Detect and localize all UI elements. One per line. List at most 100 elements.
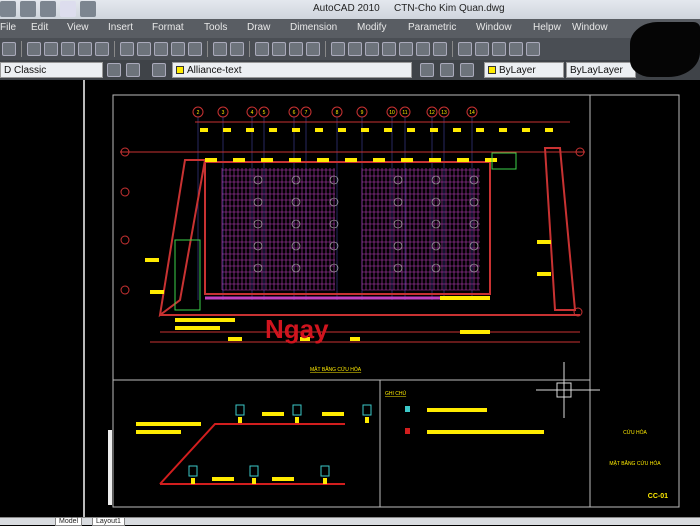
undo-icon[interactable] <box>40 1 56 17</box>
menu-bar: File Edit View Insert Format Tools Draw … <box>0 19 700 38</box>
open-icon[interactable] <box>0 1 16 17</box>
redo-icon[interactable] <box>60 1 76 17</box>
plot-preview-icon[interactable] <box>44 42 58 56</box>
publish-icon[interactable] <box>61 42 75 56</box>
fixture-symbol <box>291 241 301 251</box>
fixture-symbol <box>291 197 301 207</box>
label-bar <box>384 128 392 132</box>
layer-value: Alliance-text <box>187 65 242 76</box>
pan-icon[interactable] <box>255 42 269 56</box>
grid-bubble-label: 14 <box>469 110 475 116</box>
markup-icon[interactable] <box>399 42 413 56</box>
label-bar <box>295 417 299 423</box>
sheet-set-icon[interactable] <box>382 42 396 56</box>
plan-title: MẶT BẰNG CỨU HỎA <box>310 365 362 373</box>
grid-bubbles: 2 3 4 5 6 7 8 9 10 11 12 13 14 <box>120 106 585 317</box>
tool-palettes-icon[interactable] <box>365 42 379 56</box>
menu-edit[interactable]: Edit <box>31 22 48 33</box>
zoom-window-icon[interactable] <box>289 42 303 56</box>
label-bar <box>269 128 277 132</box>
print-icon[interactable] <box>80 1 96 17</box>
help-icon[interactable] <box>433 42 447 56</box>
plot-icon[interactable] <box>27 42 41 56</box>
workspace-settings-icon[interactable] <box>107 63 121 77</box>
drawing-canvas[interactable]: 2 3 4 5 6 7 8 9 10 11 12 13 14 MẶT BẰNG CỨU HỎA Ngay… <box>0 80 700 517</box>
file-title: CTN-Cho Kim Quan.dwg <box>394 3 505 14</box>
cut-icon[interactable] <box>120 42 134 56</box>
linetype-dropdown[interactable]: ByLayLayer <box>566 62 636 78</box>
make-current-layer-icon[interactable] <box>420 63 434 77</box>
redo-icon[interactable] <box>230 42 244 56</box>
calculator-icon[interactable] <box>416 42 430 56</box>
menu-file[interactable]: File <box>0 22 16 33</box>
undo-icon[interactable] <box>213 42 227 56</box>
match-properties-icon[interactable] <box>171 42 185 56</box>
customize-icon[interactable] <box>126 63 140 77</box>
riser-diagram <box>136 404 372 485</box>
label-bar <box>373 158 385 162</box>
save-icon[interactable] <box>20 1 36 17</box>
text-style-icon-2[interactable] <box>526 42 540 56</box>
save-icon[interactable] <box>2 42 16 56</box>
zoom-previous-icon[interactable] <box>306 42 320 56</box>
properties-icon[interactable] <box>331 42 345 56</box>
color-dropdown[interactable]: ByLayer <box>484 62 564 78</box>
help-icon-2[interactable] <box>492 42 506 56</box>
layer-properties-icon[interactable] <box>152 63 166 77</box>
layers-toolbar: D Classic Alliance-text ByLayer ByLayLay… <box>0 60 700 80</box>
label-bar <box>537 272 551 276</box>
help-icon-3[interactable] <box>509 42 523 56</box>
label-bar <box>252 478 256 484</box>
menu-draw[interactable]: Draw <box>247 22 270 33</box>
fixture-symbol <box>291 175 301 185</box>
menu-view[interactable]: View <box>67 22 89 33</box>
label-bar <box>453 128 461 132</box>
grid-bubble-label: 13 <box>441 110 447 116</box>
menu-window-2[interactable]: Window <box>572 22 608 33</box>
label-bar <box>145 258 159 262</box>
fire-cabinet <box>320 465 330 477</box>
text-style-icon[interactable] <box>458 42 472 56</box>
titleblock-line2: MẶT BẰNG CỨU HỎA <box>609 459 661 467</box>
menu-modify[interactable]: Modify <box>357 22 386 33</box>
fire-cabinet <box>292 404 302 416</box>
legend <box>405 406 544 434</box>
menu-dimension[interactable]: Dimension <box>290 22 337 33</box>
title-bar: AutoCAD 2010 CTN-Cho Kim Quan.dwg <box>0 0 700 19</box>
paste-icon[interactable] <box>154 42 168 56</box>
label-bar <box>338 128 346 132</box>
label-bar <box>460 330 490 334</box>
workspace-dropdown[interactable]: D Classic <box>0 62 103 78</box>
menu-help[interactable]: Helpw <box>533 22 561 33</box>
layer-dropdown[interactable]: Alliance-text <box>172 62 412 78</box>
zoom-realtime-icon[interactable] <box>272 42 286 56</box>
menu-parametric[interactable]: Parametric <box>408 22 456 33</box>
etransmit-icon[interactable] <box>95 42 109 56</box>
grid-bubble-label: 7 <box>305 110 308 116</box>
label-bar <box>430 128 438 132</box>
menu-tools[interactable]: Tools <box>204 22 227 33</box>
3d-dwf-icon[interactable] <box>78 42 92 56</box>
label-bar <box>365 417 369 423</box>
label-bar <box>457 158 469 162</box>
layer-previous-icon[interactable] <box>440 63 454 77</box>
dim-style-icon[interactable] <box>475 42 489 56</box>
app-title: AutoCAD 2010 <box>313 3 380 14</box>
menu-format[interactable]: Format <box>152 22 184 33</box>
label-bar <box>345 158 357 162</box>
label-bar <box>315 128 323 132</box>
legend-title: GHI CHÚ <box>385 390 407 397</box>
design-center-icon[interactable] <box>348 42 362 56</box>
layer-states-icon[interactable] <box>460 63 474 77</box>
block-editor-icon[interactable] <box>188 42 202 56</box>
label-bar <box>223 128 231 132</box>
label-bar <box>246 128 254 132</box>
quick-access-toolbar <box>0 1 96 17</box>
copy-icon[interactable] <box>137 42 151 56</box>
label-bar <box>272 477 294 481</box>
menu-insert[interactable]: Insert <box>108 22 133 33</box>
label-bar <box>545 128 553 132</box>
menu-window[interactable]: Window <box>476 22 512 33</box>
label-bar <box>212 477 234 481</box>
fixture-symbol <box>431 197 441 207</box>
